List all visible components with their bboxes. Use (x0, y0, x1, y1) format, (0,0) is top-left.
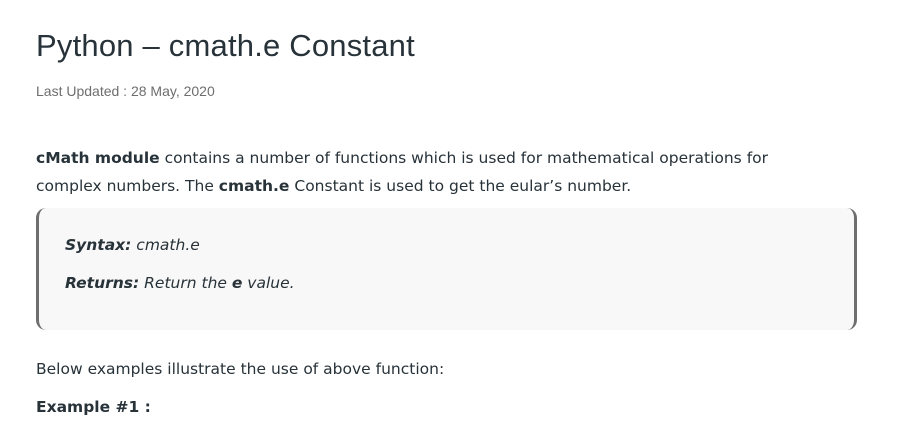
intro-paragraph: cMath module contains a number of functi… (36, 144, 836, 200)
syntax-label: Syntax: (65, 236, 131, 254)
page-title: Python – cmath.e Constant (36, 28, 415, 64)
returns-text-2: value. (242, 274, 294, 292)
returns-label: Returns: (65, 274, 139, 292)
intro-text-2: Constant is used to get the eular’s numb… (289, 177, 631, 195)
returns-line: Returns: Return the e value. (65, 274, 295, 292)
intro-bold-cmath-module: cMath module (36, 149, 160, 167)
syntax-line: Syntax: cmath.e (65, 236, 200, 254)
syntax-box: Syntax: cmath.e Returns: Return the e va… (36, 208, 857, 330)
example-heading: Example #1 : (36, 398, 151, 416)
intro-bold-cmath-e: cmath.e (219, 177, 290, 195)
below-text: Below examples illustrate the use of abo… (36, 360, 444, 378)
last-updated: Last Updated : 28 May, 2020 (36, 83, 215, 99)
returns-bold: e (232, 274, 243, 292)
syntax-value: cmath.e (131, 236, 199, 254)
returns-text-1: Return the (139, 274, 232, 292)
